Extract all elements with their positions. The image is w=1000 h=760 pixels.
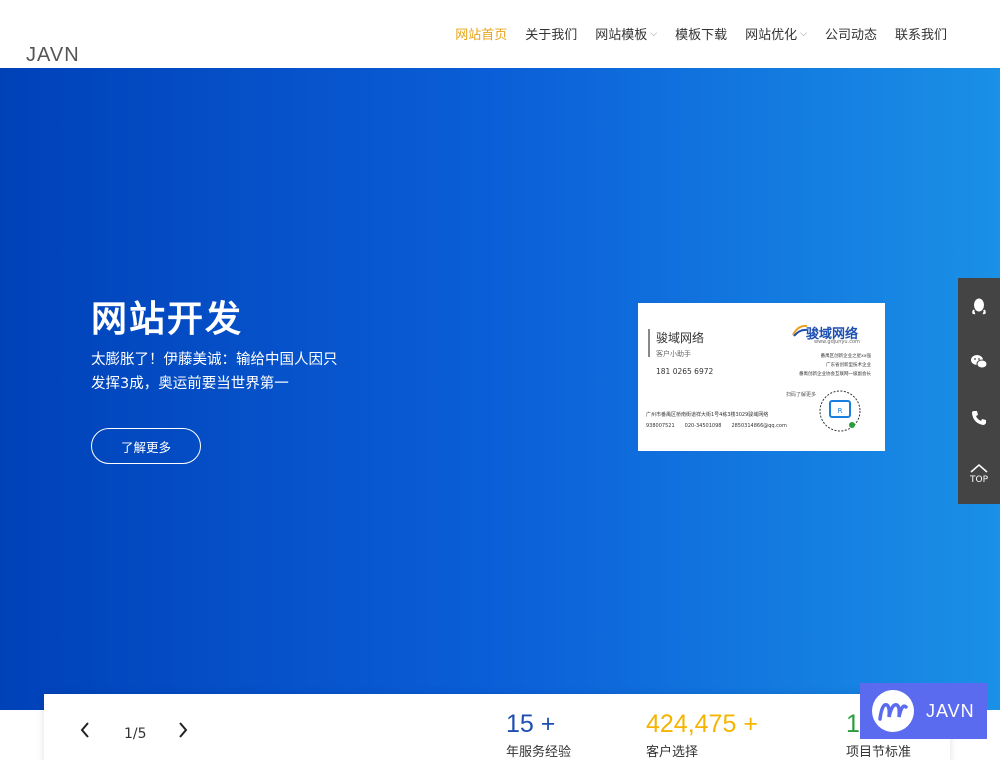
stat-number: 424,475 + [646,710,758,738]
card-qq: 938007521 [646,423,675,429]
svg-text:R: R [838,407,843,415]
card-divider [648,329,650,357]
card-role: 客户小助手 [656,350,691,358]
slider-counter: 1/5 [124,726,147,742]
card-scan-text: 扫码了解更多 [786,392,817,398]
card-tel: 020-34501098 [684,423,722,429]
phone-button[interactable] [958,390,1000,446]
business-card-image: 骏域网络 客户小助手 181 0265 6972 骏域网络 www.gdjuny… [638,303,885,451]
nav-item[interactable]: 公司动态 [816,24,886,43]
hero-banner: 网站开发 太膨胀了！伊藤美诚：输给中国人因只发挥3成，奥运前要当世界第一 了解更… [0,68,1000,710]
back-to-top-button[interactable]: TOP [958,446,1000,502]
watermark-text: JAVN [926,700,975,721]
stats-bar: 1/5 15 + 年服务经验 424,475 + 客户选择 1 项目节标准 [44,694,950,760]
arrow-up-icon [970,464,988,473]
card-address: 广州市番禺区桥南街道祥大街1号4栋3楼3029骏域网络 [646,412,769,418]
hero-subtitle: 太膨胀了！伊藤美诚：输给中国人因只发挥3成，奥运前要当世界第一 [91,352,338,392]
nav-item-label: 联系我们 [894,28,947,43]
nav-item[interactable]: 网站首页 [446,24,516,43]
nav-item-label: 网站模板 [595,28,648,43]
stat-years: 15 + 年服务经验 [506,710,571,760]
nav-item-label: 模板下载 [675,28,728,43]
phone-icon [972,411,986,425]
site-logo[interactable]: JAVN [26,44,80,67]
nav-item[interactable]: 联系我们 [886,24,956,43]
side-toolbar: TOP [958,278,1000,504]
nav-item[interactable]: 模板下载 [666,24,736,43]
slider-prev-button[interactable] [80,722,90,742]
watermark-badge: JAVN [860,683,987,739]
nav-item[interactable]: 关于我们 [516,24,586,43]
chevron-right-icon [179,722,188,738]
wechat-button[interactable] [958,334,1000,390]
wechat-icon [971,355,988,369]
stat-clients: 424,475 + 客户选择 [646,710,758,760]
hero-title: 网站开发 [91,299,244,340]
stat-number: 15 + [506,710,556,738]
card-email: 2850314866@qq.com [731,423,787,429]
nav-item-label: 公司动态 [824,28,877,43]
card-line: 广东省创新型技术企业 [826,363,871,368]
nav-item-label: 关于我们 [525,28,578,43]
stat-label: 客户选择 [646,745,699,760]
chevron-left-icon [80,722,89,738]
card-phone: 181 0265 6972 [656,367,714,376]
nav-item[interactable]: 网站优化 ⌵ [736,24,816,43]
chevron-down-icon: ⌵ [650,28,658,39]
card-line: 番禺创新企业协会互联网一级副会长 [799,372,871,377]
stat-label: 项目节标准 [846,745,912,760]
site-header: JAVN 网站首页 关于我们 网站模板 ⌵ 模板下载 网站优化 ⌵ 公司动态 联系我们 [0,0,1000,68]
chevron-down-icon: ⌵ [800,28,807,39]
nav-item-label: 网站首页 [455,28,508,43]
slider-next-button[interactable] [178,722,188,742]
watermark-logo-icon [872,690,914,732]
top-label: TOP [969,475,988,485]
nav-item-label: 网站优化 [745,28,798,43]
nav-item[interactable]: 网站模板 ⌵ [586,24,666,43]
qq-button[interactable] [958,278,1000,334]
learn-more-button[interactable]: 了解更多 [91,428,201,464]
stat-label: 年服务经验 [506,745,572,760]
qr-code-icon: R [819,390,861,432]
card-url: www.gdjunyu.com [814,339,860,345]
main-nav: 网站首页 关于我们 网站模板 ⌵ 模板下载 网站优化 ⌵ 公司动态 联系我们 [446,24,956,43]
qq-icon [972,298,986,315]
card-name: 骏域网络 [656,331,705,345]
card-line: 番禺区创新企业之星xx强 [820,354,871,359]
card-contacts: 938007521 020-34501098 2850314866@qq.com [646,423,787,429]
